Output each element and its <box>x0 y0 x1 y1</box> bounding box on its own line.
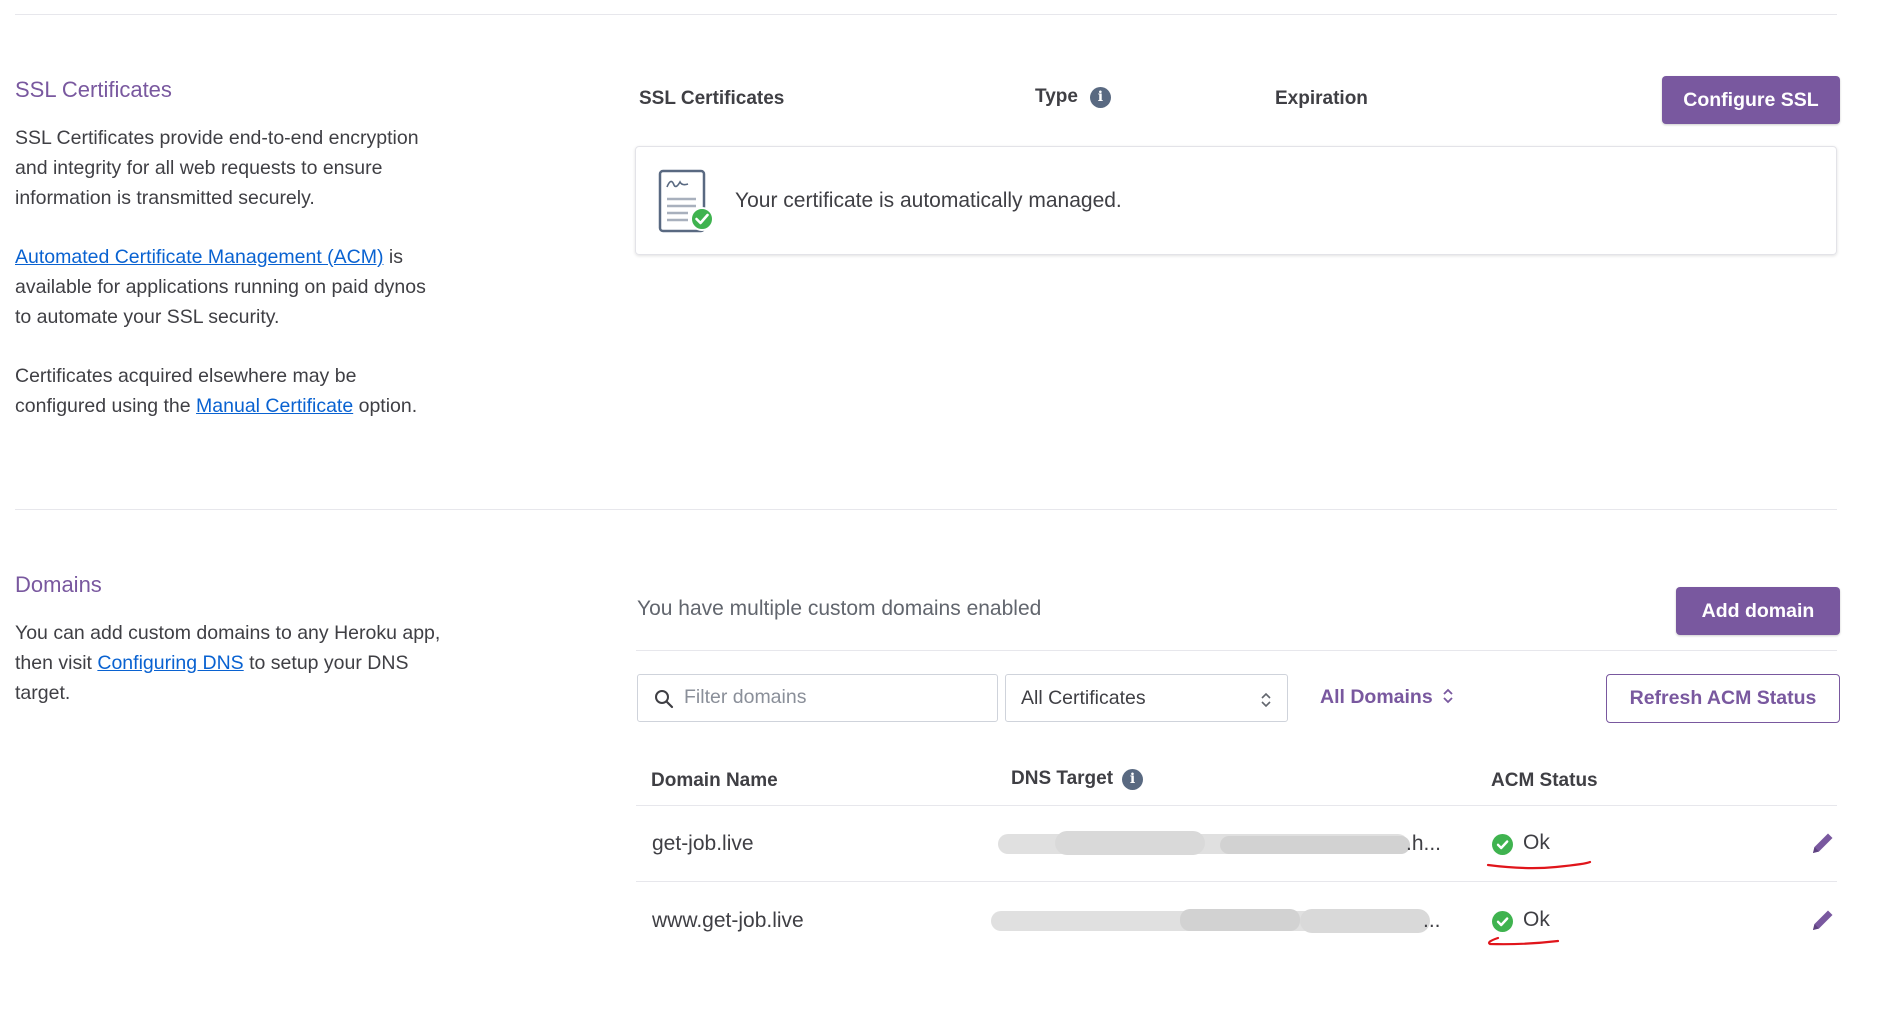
col-type: Type i <box>1035 86 1111 108</box>
col-expiration: Expiration <box>1275 88 1368 109</box>
multiple-domains-text: You have multiple custom domains enabled <box>637 597 1042 620</box>
certificate-card: Your certificate is automatically manage… <box>635 146 1837 255</box>
dns-target-tail: .h... <box>1406 832 1442 855</box>
top-divider <box>15 14 1837 15</box>
redacted-dns-target <box>1180 909 1300 931</box>
add-domain-button[interactable]: Add domain <box>1676 587 1840 635</box>
acm-link[interactable]: Automated Certificate Management (ACM) <box>15 246 383 268</box>
col-ssl-certificates: SSL Certificates <box>639 88 785 109</box>
acm-status-value: Ok <box>1523 831 1550 854</box>
redacted-dns-target <box>1300 909 1430 933</box>
certificates-select[interactable]: All Certificates <box>1005 674 1288 722</box>
manual-certificate-link[interactable]: Manual Certificate <box>196 395 353 417</box>
col-domain-name: Domain Name <box>651 770 778 791</box>
domains-description: You can add custom domains to any Heroku… <box>15 618 445 737</box>
domain-name-cell: www.get-job.live <box>652 909 804 932</box>
ssl-desc-3: Certificates acquired elsewhere may be c… <box>15 365 418 417</box>
acm-status-value: Ok <box>1523 908 1550 931</box>
search-icon <box>655 690 674 709</box>
ssl-section-title: SSL Certificates <box>15 77 172 102</box>
info-icon[interactable]: i <box>1122 769 1144 790</box>
section-divider <box>15 509 1837 510</box>
configuring-dns-link[interactable]: Configuring DNS <box>97 652 243 674</box>
ssl-desc-1: SSL Certificates provide end-to-end encr… <box>15 127 419 209</box>
pencil-icon[interactable] <box>1810 907 1836 933</box>
domain-name-cell: get-job.live <box>652 832 754 855</box>
updown-chevron-icon <box>1443 688 1453 704</box>
annotation-underline <box>1487 936 1560 946</box>
filter-placeholder: Filter domains <box>684 686 807 708</box>
row-divider <box>636 881 1837 882</box>
table-header-divider <box>636 805 1837 806</box>
check-circle-icon <box>1492 911 1513 932</box>
all-domains-toggle[interactable]: All Domains <box>1320 686 1454 709</box>
domains-header-divider <box>636 650 1837 651</box>
certificate-managed-text: Your certificate is automatically manage… <box>735 189 1122 212</box>
redacted-dns-target <box>1220 836 1410 854</box>
updown-chevron-icon <box>1261 692 1271 708</box>
pencil-icon[interactable] <box>1810 830 1836 856</box>
filter-domains-input[interactable]: Filter domains <box>637 674 998 722</box>
check-circle-icon <box>1492 834 1513 855</box>
redacted-dns-target <box>1055 831 1205 855</box>
domains-section-title: Domains <box>15 572 102 597</box>
refresh-acm-status-button[interactable]: Refresh ACM Status <box>1606 674 1840 723</box>
configure-ssl-button[interactable]: Configure SSL <box>1662 76 1840 124</box>
certificate-icon <box>658 169 714 233</box>
ssl-desc-2: Automated Certificate Management (ACM) i… <box>15 246 426 328</box>
annotation-underline <box>1486 860 1592 870</box>
col-acm-status: ACM Status <box>1491 770 1598 791</box>
info-icon[interactable]: i <box>1089 87 1111 108</box>
col-dns-target: DNS Target i <box>1011 768 1144 790</box>
dns-target-tail: ... <box>1423 909 1441 932</box>
certificates-select-value: All Certificates <box>1021 687 1146 709</box>
domains-desc: You can add custom domains to any Heroku… <box>15 622 441 704</box>
ssl-description: SSL Certificates provide end-to-end encr… <box>15 123 445 450</box>
